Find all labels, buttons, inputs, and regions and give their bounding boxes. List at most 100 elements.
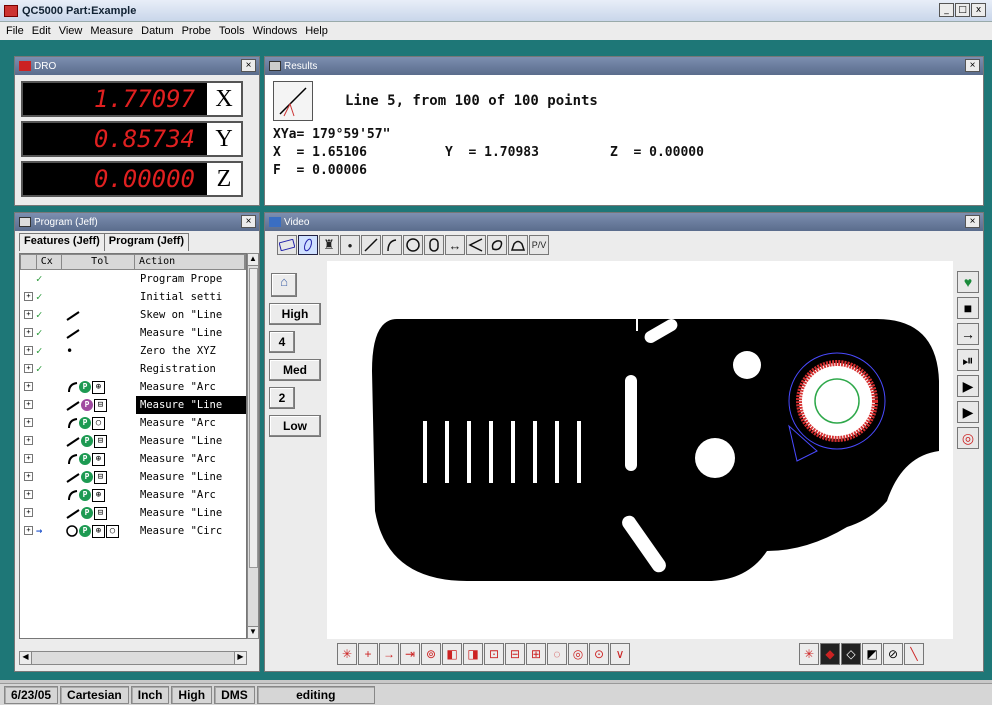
edge-arrow-icon[interactable]: → [379, 643, 399, 665]
contrast-icon[interactable]: ◩ [862, 643, 882, 665]
tab-features[interactable]: Features (Jeff) [19, 233, 105, 251]
measure-construct-icon[interactable]: P/V [529, 235, 549, 255]
cross-icon[interactable]: + [358, 643, 378, 665]
light-4-button[interactable]: 4 [269, 331, 295, 353]
light-low-button[interactable]: Low [269, 415, 321, 437]
column-action[interactable]: Action [135, 255, 245, 269]
dro-close-button[interactable]: × [241, 59, 256, 72]
menu-windows[interactable]: Windows [253, 25, 298, 37]
star-cross-icon[interactable]: ✳ [799, 643, 819, 665]
expand-icon[interactable]: + [24, 490, 33, 499]
menu-view[interactable]: View [59, 25, 83, 37]
measure-point-icon[interactable]: • [340, 235, 360, 255]
menu-file[interactable]: File [6, 25, 24, 37]
program-row[interactable]: + P ⊟ Measure "Line [20, 432, 246, 450]
box-mid-icon[interactable]: ◨ [463, 643, 483, 665]
expand-icon[interactable]: + [24, 436, 33, 445]
menu-help[interactable]: Help [305, 25, 328, 37]
program-close-button[interactable]: × [241, 215, 256, 228]
program-row[interactable]: + P ⊟ Measure "Line [20, 468, 246, 486]
light-high-button[interactable]: High [269, 303, 321, 325]
menu-tools[interactable]: Tools [219, 25, 245, 37]
step-arrow-icon[interactable]: → [957, 323, 979, 345]
program-row[interactable]: + P ⊕ Measure "Arc [20, 378, 246, 396]
light-2-button[interactable]: 2 [269, 387, 295, 409]
video-close-button[interactable]: × [965, 215, 980, 228]
measure-line-icon[interactable] [361, 235, 381, 255]
expand-icon[interactable]: + [24, 310, 33, 319]
menu-probe[interactable]: Probe [182, 25, 211, 37]
chevron-icon[interactable]: ∨ [610, 643, 630, 665]
results-close-button[interactable]: × [965, 59, 980, 72]
measure-slot-icon[interactable] [424, 235, 444, 255]
dro-z-axis-button[interactable]: Z [207, 163, 241, 195]
menu-edit[interactable]: Edit [32, 25, 51, 37]
measure-circle-icon[interactable] [403, 235, 423, 255]
circle-box-icon[interactable]: ⊙ [589, 643, 609, 665]
expand-icon[interactable]: + [24, 400, 33, 409]
zoom-out-icon[interactable]: ◇ [841, 643, 861, 665]
run-icon[interactable]: ▶ [957, 375, 979, 397]
program-row[interactable]: + ✓ Measure "Line [20, 324, 246, 342]
program-row[interactable]: + P ⊕ Measure "Arc [20, 450, 246, 468]
tab-program[interactable]: Program (Jeff) [103, 233, 189, 251]
concentric-icon[interactable]: ◎ [568, 643, 588, 665]
box-b-icon[interactable]: ⊟ [505, 643, 525, 665]
close-button[interactable]: x [971, 3, 986, 17]
probe-select-icon[interactable] [277, 235, 297, 255]
program-row[interactable]: + P ○ Measure "Arc [20, 414, 246, 432]
program-row[interactable]: + ✓ Skew on "Line [20, 306, 246, 324]
program-row[interactable]: + P ⊕ Measure "Arc [20, 486, 246, 504]
column-tol[interactable]: Tol [62, 255, 136, 269]
scroll-right-arrow-icon[interactable]: ▶ [234, 652, 246, 664]
expand-icon[interactable]: + [24, 346, 33, 355]
target-icon[interactable]: ◎ [957, 427, 979, 449]
dro-y-axis-button[interactable]: Y [207, 123, 241, 155]
scroll-left-arrow-icon[interactable]: ◀ [20, 652, 32, 664]
program-row[interactable]: + ✓ Initial setti [20, 288, 246, 306]
program-hscrollbar[interactable]: ◀ ▶ [19, 651, 247, 665]
edge-probe-icon[interactable] [298, 235, 318, 255]
run-from-icon[interactable]: ⏯ [957, 349, 979, 371]
column-cx[interactable]: Cx [37, 255, 63, 269]
no-entry-icon[interactable]: ⊘ [883, 643, 903, 665]
maximize-button[interactable]: □ [955, 3, 970, 17]
program-row[interactable]: + P ⊟ Measure "Line [20, 504, 246, 522]
program-row[interactable]: + ✓ • Zero the XYZ [20, 342, 246, 360]
measure-profile-icon[interactable] [508, 235, 528, 255]
expand-icon[interactable]: + [24, 328, 33, 337]
expand-icon[interactable]: + [24, 472, 33, 481]
program-row[interactable]: ✓ Program Prope [20, 270, 246, 288]
program-row[interactable]: + ✓ Registration [20, 360, 246, 378]
slash-icon[interactable]: ╲ [904, 643, 924, 665]
scroll-down-arrow-icon[interactable]: ▼ [248, 626, 258, 638]
probe-manager-icon[interactable]: ♥ [957, 271, 979, 293]
scroll-up-arrow-icon[interactable]: ▲ [248, 254, 258, 266]
box-left-icon[interactable]: ◧ [442, 643, 462, 665]
crosshair-icon[interactable]: ✳ [337, 643, 357, 665]
program-vscrollbar[interactable]: ▲ ▼ [247, 253, 259, 639]
edge-cross-icon[interactable]: ⇥ [400, 643, 420, 665]
menu-measure[interactable]: Measure [90, 25, 133, 37]
point-probe-icon[interactable]: ♜ [319, 235, 339, 255]
minimize-button[interactable]: _ [939, 3, 954, 17]
light-med-button[interactable]: Med [269, 359, 321, 381]
program-row[interactable]: + P ⊟ Measure "Line [20, 396, 246, 414]
vscroll-thumb[interactable] [249, 268, 258, 568]
program-row[interactable]: + → P ⊕ ○ Measure "Circ [20, 522, 246, 540]
measure-angle-icon[interactable] [466, 235, 486, 255]
measure-arc-icon[interactable] [382, 235, 402, 255]
circle-target-icon[interactable]: ⊚ [421, 643, 441, 665]
light-icon-button[interactable]: ⌂ [271, 273, 297, 297]
expand-icon[interactable]: + [24, 508, 33, 517]
box-plus-icon[interactable]: ⊞ [526, 643, 546, 665]
box-a-icon[interactable]: ⊡ [484, 643, 504, 665]
stop-icon[interactable]: ■ [957, 297, 979, 319]
zoom-in-icon[interactable]: ◆ [820, 643, 840, 665]
expand-icon[interactable]: + [24, 292, 33, 301]
measure-blob-icon[interactable] [487, 235, 507, 255]
dro-x-axis-button[interactable]: X [207, 83, 241, 115]
expand-icon[interactable]: + [24, 364, 33, 373]
expand-icon[interactable]: + [24, 382, 33, 391]
expand-icon[interactable]: + [24, 454, 33, 463]
